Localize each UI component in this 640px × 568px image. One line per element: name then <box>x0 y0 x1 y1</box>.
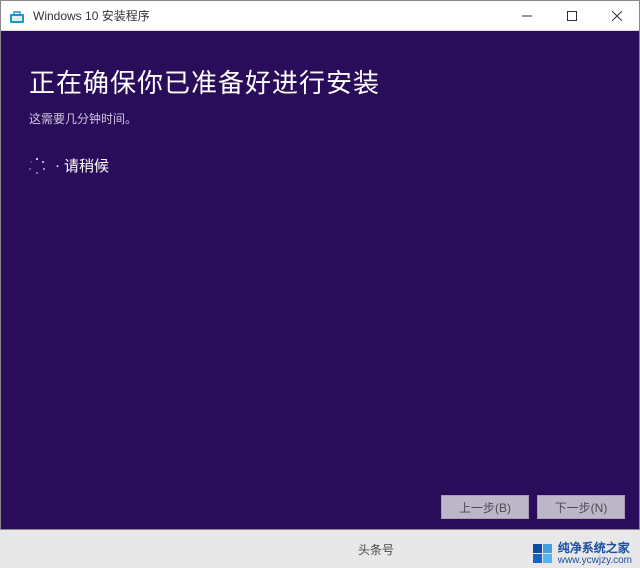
window-title: Windows 10 安装程序 <box>31 7 504 24</box>
content-panel: 正在确保你已准备好进行安装 这需要几分钟时间。 · 请稍候 上一步(B) 下一步… <box>1 31 639 529</box>
close-button[interactable] <box>594 1 639 31</box>
installer-window: Windows 10 安装程序 正在确保你已准备好进行安装 这需要几分钟时间。 … <box>0 0 640 530</box>
brand-name: 纯净系统之家 <box>558 542 632 555</box>
back-button[interactable]: 上一步(B) <box>441 495 529 519</box>
minimize-button[interactable] <box>504 1 549 31</box>
brand-text: 纯净系统之家 www.ycwjzy.com <box>558 542 632 566</box>
toutiao-label: 头条号 <box>358 541 394 558</box>
footer-buttons: 上一步(B) 下一步(N) <box>441 495 625 519</box>
maximize-button[interactable] <box>549 1 594 31</box>
watermark: 纯净系统之家 www.ycwjzy.com <box>533 542 632 566</box>
app-icon <box>9 8 25 24</box>
titlebar: Windows 10 安装程序 <box>1 1 639 31</box>
wait-bullet: · <box>55 157 60 174</box>
wait-label: 请稍候 <box>64 155 109 176</box>
spinner-icon <box>29 158 45 174</box>
windows-logo-icon <box>533 544 552 563</box>
wait-status: · 请稍候 <box>29 155 611 176</box>
page-subtext: 这需要几分钟时间。 <box>29 110 611 127</box>
next-button[interactable]: 下一步(N) <box>537 495 625 519</box>
brand-url: www.ycwjzy.com <box>558 555 632 566</box>
page-heading: 正在确保你已准备好进行安装 <box>29 63 611 100</box>
